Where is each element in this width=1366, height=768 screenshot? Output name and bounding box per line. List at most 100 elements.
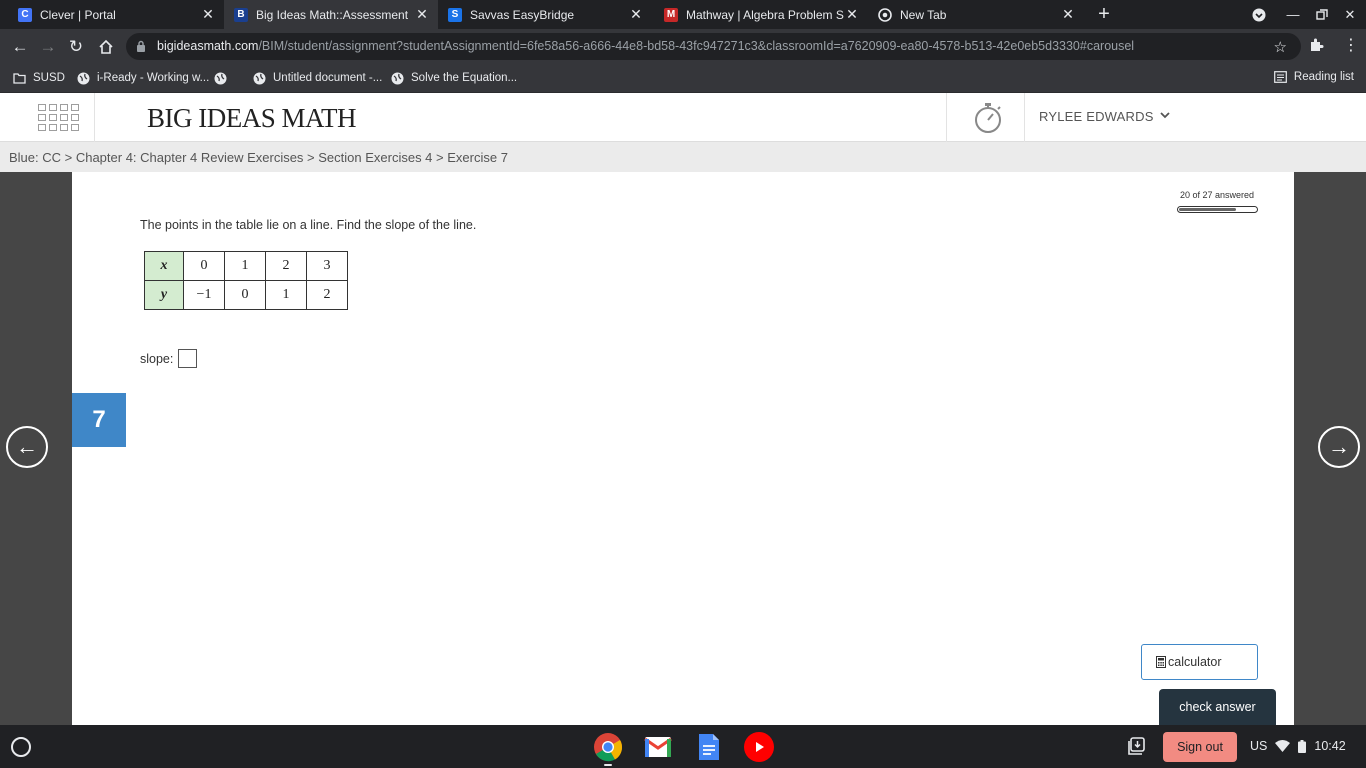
docs-app-icon[interactable] — [694, 732, 724, 762]
globe-icon — [213, 71, 227, 85]
user-menu[interactable]: RYLEE EDWARDS — [1039, 109, 1170, 124]
app-header: BIG IDEAS MATH RYLEE EDWARDS — [0, 93, 1366, 142]
calculator-button[interactable]: calculator — [1141, 644, 1258, 680]
bookmark-label: Solve the Equation... — [411, 72, 518, 84]
minimize-icon[interactable]: — — [1279, 0, 1307, 29]
check-answer-button[interactable]: check answer — [1159, 689, 1276, 725]
slope-input[interactable] — [178, 349, 198, 368]
globe-icon — [252, 71, 266, 85]
close-tab-icon[interactable]: ✕ — [844, 6, 860, 23]
os-shelf: Sign out US 10:42 — [0, 725, 1366, 768]
y-value-cell: 1 — [265, 280, 307, 310]
mathway-favicon-icon: M — [664, 7, 678, 22]
progress-text: 20 of 27 answered — [1180, 190, 1255, 200]
close-tab-icon[interactable]: ✕ — [414, 6, 430, 23]
holding-space-icon[interactable] — [1128, 737, 1146, 755]
tab-mathway[interactable]: M Mathway | Algebra Problem Sol ✕ — [652, 0, 868, 29]
url-host: bigideasmath.com — [157, 39, 259, 53]
next-exercise-arrow-icon[interactable]: → — [1318, 426, 1360, 468]
youtube-app-icon[interactable] — [744, 732, 774, 762]
x-value-cell: 2 — [265, 251, 307, 281]
chevron-down-icon — [1159, 111, 1170, 122]
big-ideas-favicon-icon: B — [234, 7, 248, 22]
back-arrow-icon[interactable]: ← — [8, 35, 32, 59]
x-value-cell: 1 — [224, 251, 266, 281]
reload-icon[interactable]: ↻ — [64, 35, 88, 59]
battery-icon — [1298, 739, 1307, 753]
browser-tab-strip: C Clever | Portal ✕ B Big Ideas Math::As… — [0, 0, 1366, 29]
extensions-puzzle-icon[interactable] — [1309, 37, 1324, 56]
previous-exercise-arrow-icon[interactable]: ← — [6, 426, 48, 468]
stopwatch-icon[interactable] — [973, 101, 1005, 135]
bookmark-label: Untitled document -... — [273, 72, 383, 84]
tab-label: New Tab — [900, 7, 947, 22]
x-value-cell: 3 — [306, 251, 348, 281]
header-divider — [1024, 93, 1025, 142]
tab-search-icon[interactable] — [1245, 0, 1273, 29]
bookmark-solve-equation[interactable]: Solve the Equation... — [390, 71, 517, 85]
y-header-cell: y — [144, 280, 184, 310]
savvas-favicon-icon: S — [448, 7, 462, 22]
slope-answer-row: slope: — [140, 349, 198, 368]
close-window-icon[interactable]: ✕ — [1336, 0, 1364, 29]
x-value-cell: 0 — [183, 251, 225, 281]
bookmark-iready[interactable]: i-Ready - Working w... — [76, 71, 209, 85]
bookmarks-bar: SUSD i-Ready - Working w... Untitled doc… — [0, 64, 1366, 93]
url-text: bigideasmath.com/BIM/student/assignment?… — [157, 39, 1134, 53]
tab-clever[interactable]: C Clever | Portal ✕ — [0, 0, 224, 29]
breadcrumb-bar: Blue: CC > Chapter 4: Chapter 4 Review E… — [0, 142, 1366, 172]
y-value-cell: 2 — [306, 280, 348, 310]
header-divider — [94, 93, 95, 142]
close-tab-icon[interactable]: ✕ — [1060, 6, 1076, 23]
exercise-number-badge: 7 — [72, 393, 126, 447]
slope-label: slope: — [140, 351, 174, 366]
forward-arrow-icon[interactable]: → — [36, 35, 60, 59]
sign-out-button[interactable]: Sign out — [1163, 732, 1237, 762]
y-value-cell: 0 — [224, 280, 266, 310]
user-name: RYLEE EDWARDS — [1039, 109, 1154, 124]
folder-icon — [12, 71, 26, 85]
close-tab-icon[interactable]: ✕ — [200, 6, 216, 23]
clock-time: 10:42 — [1314, 739, 1346, 753]
clever-favicon-icon: C — [18, 7, 32, 22]
locale-indicator: US — [1250, 739, 1268, 753]
progress-bar-fill — [1179, 208, 1236, 211]
chrome-app-icon[interactable] — [593, 732, 623, 762]
address-bar[interactable]: bigideasmath.com/BIM/student/assignment?… — [126, 33, 1301, 60]
menu-dots-icon[interactable]: ⋮ — [1343, 35, 1359, 55]
bookmark-star-icon[interactable]: ☆ — [1274, 38, 1287, 56]
bookmark-globe[interactable] — [213, 71, 234, 85]
home-icon[interactable] — [94, 35, 118, 59]
browser-toolbar: ← → ↻ bigideasmath.com/BIM/student/assig… — [0, 29, 1366, 64]
brand-logo: BIG IDEAS MATH — [147, 103, 357, 133]
question-text: The points in the table lie on a line. F… — [140, 218, 477, 232]
globe-icon — [390, 71, 404, 85]
chrome-favicon-icon — [878, 7, 892, 22]
reading-list-button[interactable]: Reading list — [1274, 71, 1354, 83]
bookmark-untitled-document[interactable]: Untitled document -... — [252, 71, 382, 85]
progress-bar — [1177, 206, 1258, 213]
calculator-label: calculator — [1168, 655, 1222, 669]
close-tab-icon[interactable]: ✕ — [628, 6, 644, 23]
tab-new-tab[interactable]: New Tab ✕ — [868, 0, 1084, 29]
restore-icon[interactable] — [1308, 0, 1336, 29]
y-value-cell: −1 — [183, 280, 225, 310]
tab-savvas[interactable]: S Savvas EasyBridge ✕ — [438, 0, 652, 29]
breadcrumb[interactable]: Blue: CC > Chapter 4: Chapter 4 Review E… — [9, 150, 508, 165]
url-path: /BIM/student/assignment?studentAssignmen… — [258, 39, 1135, 53]
header-divider — [946, 93, 947, 142]
tab-big-ideas-math[interactable]: B Big Ideas Math::Assessment ✕ — [224, 0, 438, 29]
x-header-cell: x — [144, 251, 184, 281]
page-content: BIG IDEAS MATH RYLEE EDWARDS Blue: CC > … — [0, 93, 1366, 725]
new-tab-plus-icon[interactable]: + — [1094, 4, 1114, 24]
bookmark-susd[interactable]: SUSD — [12, 71, 65, 85]
tab-label: Clever | Portal — [40, 7, 116, 22]
points-table: x 0 1 2 3 y −1 0 1 2 — [144, 251, 348, 310]
globe-icon — [76, 71, 90, 85]
app-grid-menu-icon[interactable] — [38, 104, 79, 132]
status-tray[interactable]: US 10:42 — [1250, 739, 1346, 753]
tab-label: Savvas EasyBridge — [470, 7, 575, 22]
gmail-app-icon[interactable] — [643, 732, 673, 762]
reading-list-icon — [1274, 71, 1287, 83]
launcher-icon[interactable] — [11, 737, 31, 757]
